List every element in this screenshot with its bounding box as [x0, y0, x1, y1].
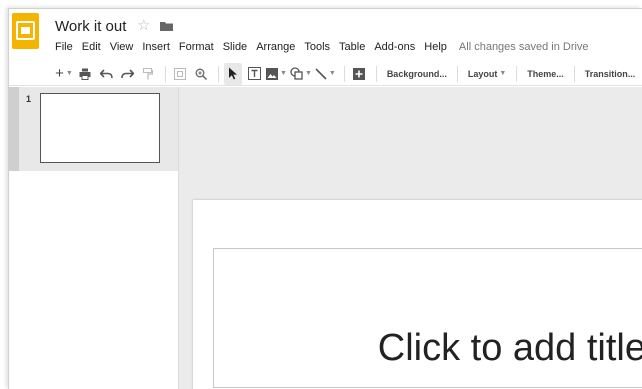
select-icon — [229, 67, 237, 80]
line-icon — [315, 67, 327, 80]
toolbar-divider — [218, 65, 219, 82]
line-button[interactable]: ▼ — [315, 63, 336, 85]
chevron-down-icon: ▼ — [304, 70, 312, 77]
star-icon[interactable]: ☆ — [137, 18, 150, 34]
slides-logo[interactable] — [12, 13, 39, 49]
chevron-down-icon: ▼ — [328, 70, 336, 77]
text-box-button[interactable] — [245, 63, 263, 85]
toolbar-divider — [375, 65, 377, 82]
menu-addons[interactable]: Add-ons — [374, 41, 415, 53]
new-slide-icon: + — [55, 65, 64, 82]
menu-file[interactable]: File — [55, 41, 73, 53]
slide-selection-bar — [9, 87, 19, 171]
slide-filmstrip: 1 — [9, 87, 179, 389]
paint-format-button[interactable] — [139, 63, 157, 85]
menu-help[interactable]: Help — [424, 41, 447, 53]
menu-insert[interactable]: Insert — [142, 41, 170, 53]
menu-tools[interactable]: Tools — [304, 41, 330, 53]
paint-format-icon — [143, 67, 153, 79]
toolbar-divider — [573, 65, 575, 82]
background-button[interactable]: Background... — [382, 63, 452, 85]
menu-bar: File Edit View Insert Format Slide Arran… — [55, 40, 589, 54]
undo-icon — [99, 68, 113, 78]
toolbar-divider — [343, 65, 345, 82]
menu-view[interactable]: View — [110, 41, 134, 53]
new-slide-button[interactable]: + ▼ — [55, 63, 73, 85]
image-icon — [266, 67, 278, 80]
undo-button[interactable] — [97, 63, 115, 85]
toolbar-divider — [516, 65, 518, 82]
chevron-down-icon: ▼ — [499, 70, 507, 77]
toolbar: + ▼ ▼ ▼ ▼ Background... Layout ▼ Theme..… — [9, 62, 642, 86]
folder-icon[interactable] — [160, 21, 173, 31]
transition-label: Transition... — [584, 68, 636, 79]
toolbar-divider — [456, 65, 458, 82]
toolbar-divider — [165, 65, 166, 82]
image-button[interactable]: ▼ — [266, 63, 287, 85]
layout-button[interactable]: Layout ▼ — [463, 63, 511, 85]
comment-add-icon — [352, 67, 365, 80]
theme-button[interactable]: Theme... — [522, 63, 569, 85]
zoom-fit-icon — [174, 67, 186, 80]
document-title[interactable]: Work it out — [55, 18, 126, 35]
transition-button[interactable]: Transition... — [580, 63, 641, 85]
slide-page[interactable]: Click to add title — [193, 200, 642, 389]
zoom-fit-button[interactable] — [171, 63, 189, 85]
redo-icon — [120, 68, 134, 78]
chevron-down-icon: ▼ — [280, 70, 287, 77]
shape-icon — [290, 67, 303, 80]
comment-add-button[interactable] — [350, 63, 368, 85]
title-placeholder-text: Click to add title — [377, 327, 642, 369]
menu-slide[interactable]: Slide — [223, 41, 247, 53]
layout-label: Layout — [467, 68, 498, 79]
background-label: Background... — [386, 68, 447, 79]
slide-canvas: Click to add title — [179, 87, 642, 389]
print-button[interactable] — [76, 63, 94, 85]
text-box-icon — [247, 67, 261, 80]
menu-table[interactable]: Table — [339, 41, 365, 53]
menu-edit[interactable]: Edit — [82, 41, 101, 53]
select-button[interactable] — [224, 62, 242, 85]
save-status[interactable]: All changes saved in Drive — [459, 41, 589, 53]
shape-button[interactable]: ▼ — [290, 63, 312, 85]
slides-logo-icon — [16, 21, 35, 40]
zoom-button[interactable] — [192, 63, 210, 85]
title-placeholder[interactable]: Click to add title — [213, 248, 642, 388]
theme-label: Theme... — [527, 68, 564, 79]
print-icon — [79, 68, 91, 80]
menu-format[interactable]: Format — [179, 41, 214, 53]
slide-number: 1 — [26, 94, 32, 104]
redo-button[interactable] — [118, 63, 136, 85]
slide-thumbnail[interactable] — [40, 93, 160, 163]
slides-window: Work it out ☆ File Edit View Insert Form… — [8, 8, 642, 389]
zoom-icon — [195, 68, 207, 80]
chevron-down-icon: ▼ — [65, 70, 73, 77]
slide-thumbnail-row[interactable]: 1 — [9, 87, 178, 171]
menu-arrange[interactable]: Arrange — [256, 41, 295, 53]
